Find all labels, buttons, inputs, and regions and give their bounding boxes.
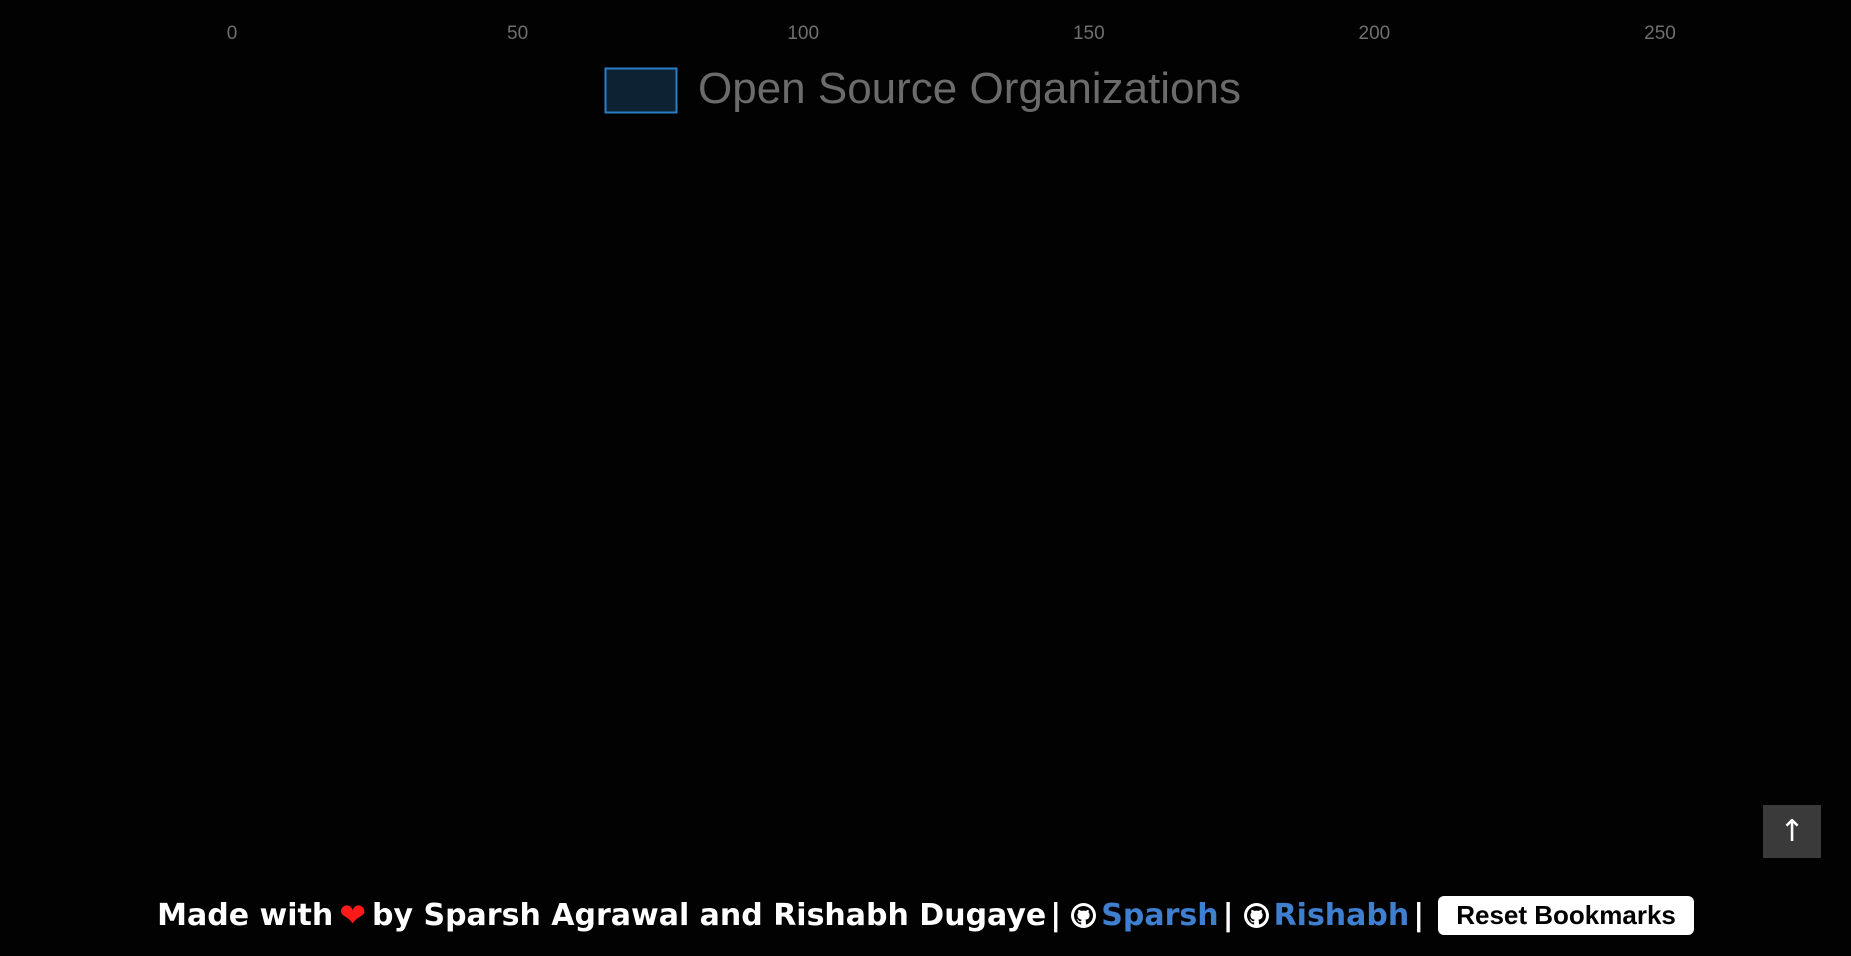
separator: |: [1413, 897, 1425, 933]
footer: Made with ❤ by Sparsh Agrawal and Rishab…: [0, 890, 1851, 940]
legend[interactable]: Open Source Organizations: [604, 64, 1241, 114]
scroll-to-top-button[interactable]: ↑: [1763, 805, 1821, 858]
legend-label: Open Source Organizations: [698, 64, 1241, 113]
separator: |: [1050, 897, 1062, 933]
arrow-up-icon: ↑: [1779, 814, 1805, 849]
reset-bookmarks-button[interactable]: Reset Bookmarks: [1438, 895, 1694, 935]
bar-chart: 0 50 100 150 200 250 Open Source Organization…: [227, 23, 1676, 114]
x-tick-label: 150: [1073, 23, 1105, 44]
heart-icon: ❤: [339, 896, 366, 934]
x-tick-label: 50: [507, 23, 528, 44]
x-axis-ticks: 0 50 100 150 200 250: [227, 23, 1676, 44]
sparsh-github-link[interactable]: Sparsh: [1101, 898, 1218, 933]
rishabh-github-link[interactable]: Rishabh: [1274, 898, 1410, 933]
x-tick-label: 100: [787, 23, 819, 44]
footer-authors: by Sparsh Agrawal and Rishabh Dugaye: [372, 897, 1047, 933]
github-icon: [1243, 902, 1269, 928]
legend-swatch: [604, 67, 678, 114]
x-tick-label: 0: [227, 23, 238, 44]
footer-made-with: Made with: [157, 897, 334, 933]
x-tick-label: 250: [1644, 23, 1676, 44]
x-tick-label: 200: [1359, 23, 1391, 44]
separator: |: [1222, 897, 1234, 933]
github-icon: [1071, 902, 1097, 928]
